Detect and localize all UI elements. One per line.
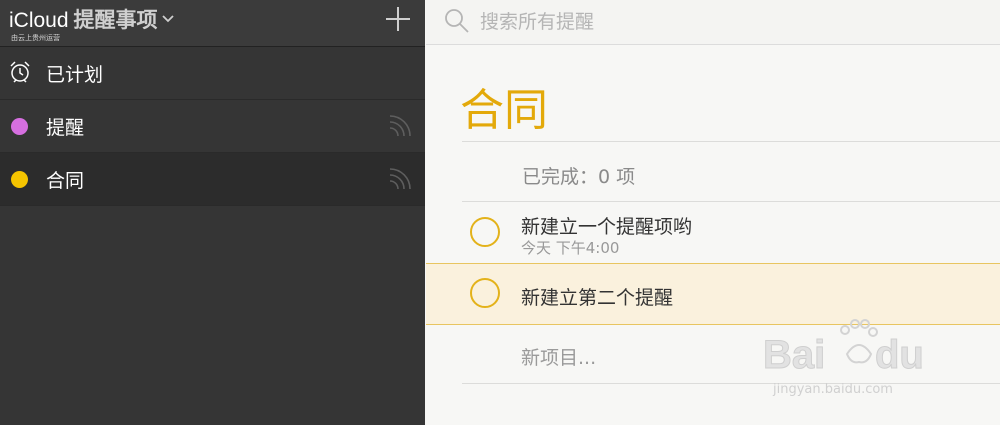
baidu-logo-icon: Bai du <box>763 319 924 378</box>
reminder-due-date: 今天 下午4:00 <box>521 239 620 257</box>
list-color-dot <box>11 171 28 188</box>
svg-text:Bai: Bai <box>763 333 825 377</box>
baidu-watermark: Bai du jingyan.baidu.com <box>763 318 983 408</box>
reminder-title[interactable]: 新建立一个提醒项哟 <box>521 212 692 239</box>
plus-icon[interactable] <box>385 6 411 32</box>
share-icon <box>389 168 411 190</box>
new-item-input[interactable]: 新项目... <box>521 343 596 370</box>
sidebar-list: 已计划 提醒 合同 <box>0 47 425 206</box>
completed-count[interactable]: 已完成：0 项 <box>522 162 635 189</box>
sidebar: iCloud 提醒事项 由云上贵州运营 已计划 提醒 合同 <box>0 0 425 425</box>
list-title: 合同 <box>460 85 548 136</box>
sidebar-item-scheduled[interactable]: 已计划 <box>0 47 425 100</box>
complete-checkbox[interactable] <box>470 217 500 247</box>
sidebar-item-reminders[interactable]: 提醒 <box>0 100 425 153</box>
complete-checkbox[interactable] <box>470 278 500 308</box>
watermark-url: jingyan.baidu.com <box>773 382 893 397</box>
list-color-dot <box>11 118 28 135</box>
sidebar-item-label: 已计划 <box>46 64 104 86</box>
search-icon <box>445 9 469 33</box>
app-title: 提醒事项 <box>73 8 158 32</box>
operator-note: 由云上贵州运营 <box>11 34 60 42</box>
sidebar-item-label: 提醒 <box>46 117 85 139</box>
icloud-logo: iCloud <box>9 9 69 32</box>
svg-text:du: du <box>875 333 924 377</box>
app-switcher[interactable]: iCloud 提醒事项 <box>9 4 174 34</box>
sidebar-item-label: 合同 <box>46 170 85 192</box>
share-icon <box>389 115 411 137</box>
search-bar <box>426 0 1000 45</box>
sidebar-item-contract[interactable]: 合同 <box>0 153 425 206</box>
divider <box>462 141 1000 142</box>
reminder-item-selected[interactable]: 新建立第二个提醒 <box>426 263 1000 325</box>
search-input[interactable] <box>478 7 962 37</box>
reminder-title[interactable]: 新建立第二个提醒 <box>521 283 673 310</box>
chevron-down-icon <box>161 15 174 23</box>
sidebar-header: iCloud 提醒事项 由云上贵州运营 <box>0 0 425 47</box>
reminder-item[interactable]: 新建立一个提醒项哟 今天 下午4:00 <box>426 202 1000 263</box>
alarm-clock-icon <box>10 61 30 83</box>
